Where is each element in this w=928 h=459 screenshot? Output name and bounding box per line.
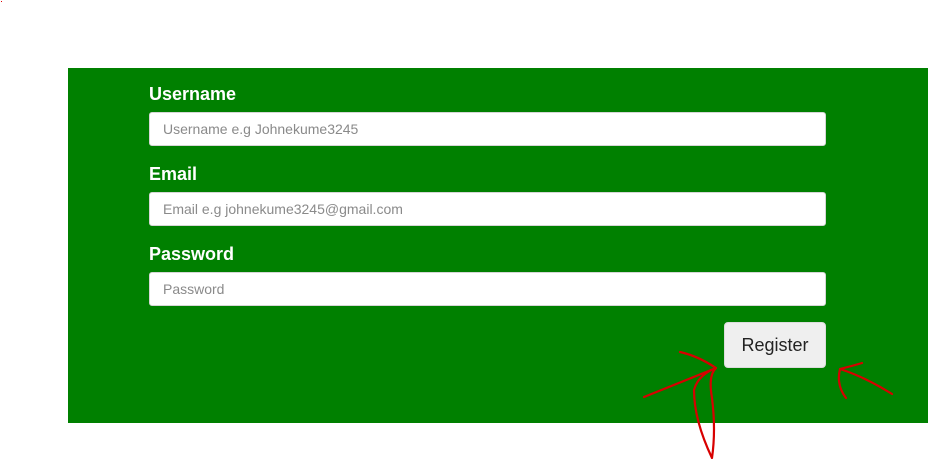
- username-field-group: Username: [149, 82, 826, 146]
- register-button[interactable]: Register: [724, 322, 826, 368]
- username-input[interactable]: [149, 112, 826, 146]
- password-label: Password: [149, 244, 235, 264]
- registration-panel: Username Email Password Register: [68, 68, 928, 423]
- registration-form: Username Email Password Register: [149, 82, 826, 368]
- email-field-group: Email: [149, 162, 826, 226]
- form-actions: Register: [149, 322, 826, 368]
- email-label: Email: [149, 164, 198, 184]
- email-input[interactable]: [149, 192, 826, 226]
- password-input[interactable]: [149, 272, 826, 306]
- username-label: Username: [149, 84, 237, 104]
- page: Username Email Password Register: [0, 0, 928, 459]
- password-field-group: Password: [149, 242, 826, 306]
- red-dot-artifact: [1, 1, 2, 2]
